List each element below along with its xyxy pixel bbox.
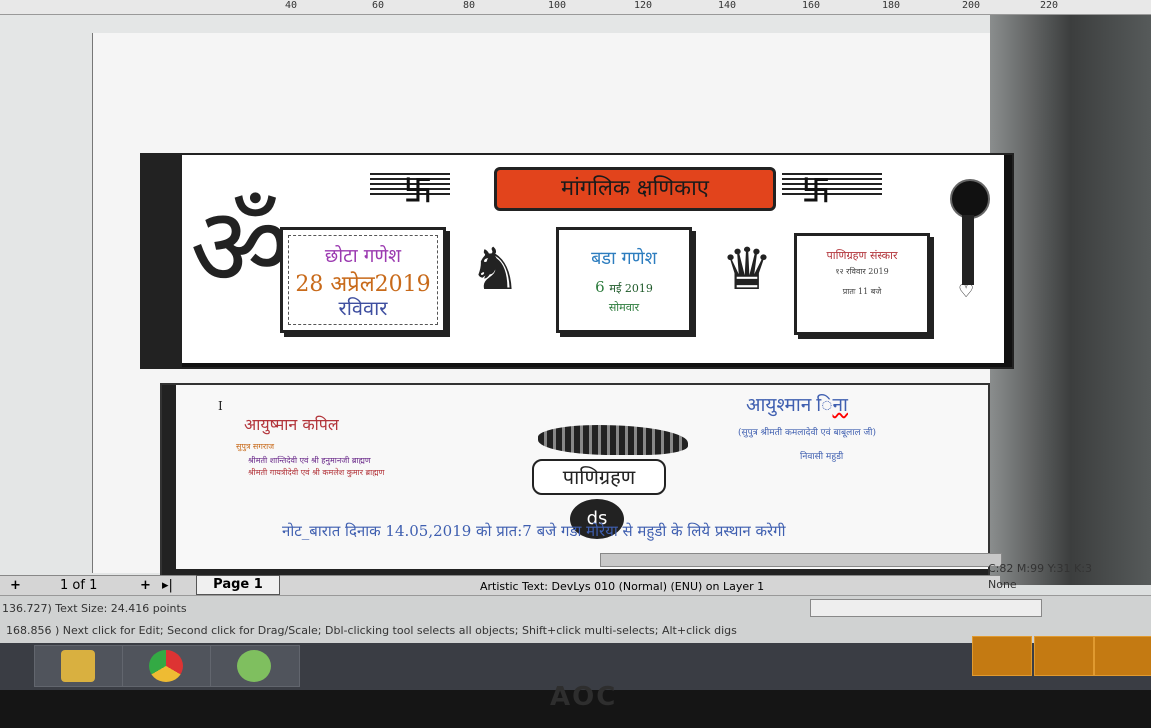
- event-box-bada-ganesh[interactable]: बडा गणेश 6 मई 2019 सोमवार: [556, 227, 692, 333]
- ruler-tick: 180: [882, 0, 901, 11]
- cursor-marker: I: [218, 399, 223, 413]
- screen-glare: [990, 15, 1151, 585]
- design-card-header[interactable]: ॐ 卐 मांगलिक क्षणिकाए 卐 ♡ छोटा गणेश 28 अप…: [140, 153, 1014, 369]
- last-page-icon[interactable]: ▸|: [162, 578, 173, 593]
- card-left-band: [162, 385, 176, 577]
- object-info: Artistic Text: DevLys 010 (Normal) (ENU)…: [480, 580, 765, 593]
- taskbar-coreldraw[interactable]: [210, 645, 300, 687]
- groom-subtitle[interactable]: सुपुत्र सगराज: [236, 441, 274, 452]
- toolbar-dropdown[interactable]: [810, 599, 1042, 617]
- page-count: 1 of 1: [60, 578, 98, 593]
- header-banner[interactable]: मांगलिक क्षणिकाए: [494, 167, 776, 211]
- ruler-tick: 80: [463, 0, 476, 11]
- card-left-band: [142, 155, 182, 367]
- folder-icon: [61, 650, 95, 682]
- groom-parents-line[interactable]: श्रीमती शान्तिदेवी एवं श्री हनुमानजी ब्र…: [248, 455, 371, 466]
- box-date-rest: मई 2019: [609, 282, 653, 295]
- taskbar-chrome[interactable]: [122, 645, 212, 687]
- monitor-brand-logo: AOC: [550, 682, 618, 712]
- tab-page-1[interactable]: Page 1: [196, 575, 280, 595]
- ruler-tick: 140: [718, 0, 737, 11]
- chrome-icon: [149, 650, 183, 682]
- box-day[interactable]: रविवार: [283, 294, 443, 321]
- box-date-num: 6: [595, 278, 605, 296]
- ruler-tick: 160: [802, 0, 821, 11]
- groom-parents-line[interactable]: श्रीमती गायत्रीदेवी एवं श्री कमलेश कुमार…: [248, 467, 384, 478]
- monitor-osd-button[interactable]: [972, 636, 1032, 676]
- ruler-tick: 220: [1040, 0, 1059, 11]
- design-card-invite[interactable]: I आयुष्मान कपिल सुपुत्र सगराज श्रीमती शा…: [160, 383, 990, 579]
- fill-color-info: C:82 M:99 Y:31 K:3: [988, 562, 1092, 575]
- drawing-workspace[interactable]: ॐ 卐 मांगलिक क्षणिकाए 卐 ♡ छोटा गणेश 28 अप…: [0, 15, 1151, 585]
- swastika-icon: 卐: [404, 174, 433, 207]
- horizontal-scrollbar[interactable]: [600, 553, 1002, 567]
- dancer-figure-icon: ♞: [469, 235, 521, 303]
- ruler-tick: 120: [634, 0, 653, 11]
- box-title[interactable]: पाणिग्रहण संस्कार: [797, 248, 927, 263]
- box-date[interactable]: १२ रविवार 2019: [797, 266, 927, 277]
- heart-icon: ♡: [958, 281, 975, 302]
- box-time[interactable]: प्रातः 11 बजे: [797, 286, 927, 297]
- add-page-icon[interactable]: +: [140, 578, 151, 593]
- swastika-icon: 卐: [802, 174, 831, 207]
- clock-icon: [950, 179, 990, 219]
- bride-name-part: िना: [832, 394, 848, 416]
- ruler-tick: 200: [962, 0, 981, 11]
- event-box-panigrahan[interactable]: पाणिग्रहण संस्कार १२ रविवार 2019 प्रातः …: [794, 233, 930, 335]
- panigrahan-title[interactable]: पाणिग्रहण: [532, 459, 666, 495]
- bride-parents-line[interactable]: (सुपुत्र श्रीमती कमलादेवी एवं बाबूलाल जी…: [738, 425, 876, 438]
- box-date[interactable]: 6 मई 2019: [559, 278, 689, 296]
- ruler-tick: 40: [285, 0, 298, 11]
- monitor-osd-button[interactable]: [1034, 636, 1094, 676]
- baraat-note[interactable]: नोट_बारात दिनाक 14.05,2019 को प्रात:7 बज…: [282, 521, 785, 541]
- decor-bar: [962, 215, 974, 285]
- horizontal-ruler[interactable]: 40 60 80 100 120 140 160 180 200 220: [0, 0, 1151, 15]
- taskbar-file-explorer[interactable]: [34, 645, 124, 687]
- coreldraw-icon: [237, 650, 271, 682]
- box-title[interactable]: बडा गणेश: [559, 246, 689, 270]
- decor-stripes: [782, 173, 882, 199]
- ruler-tick: 60: [372, 0, 385, 11]
- bride-name[interactable]: आयुश्मान िना: [746, 391, 848, 417]
- box-title[interactable]: छोटा गणेश: [283, 242, 443, 268]
- bride-name-part: आयुश्मान: [746, 394, 833, 416]
- box-day[interactable]: सोमवार: [559, 300, 689, 315]
- groom-name[interactable]: आयुष्मान कपिल: [244, 413, 339, 435]
- status-text-size: 136.727) Text Size: 24.416 points: [2, 602, 187, 615]
- ruler-tick: 100: [548, 0, 567, 11]
- event-box-chhota-ganesh[interactable]: छोटा गणेश 28 अप्रेल2019 रविवार: [280, 227, 446, 333]
- ganesh-icon: ॐ: [190, 183, 291, 311]
- status-hint: 168.856 ) Next click for Edit; Second cl…: [6, 624, 737, 637]
- bride-residence[interactable]: निवासी महुडी: [800, 449, 843, 462]
- ornament-bird-icon: [538, 425, 688, 455]
- outline-info: None: [988, 578, 1017, 591]
- monitor-osd-button[interactable]: [1094, 636, 1151, 676]
- page-navigator: + 1 of 1 + ▸| Artistic Text: DevLys 010 …: [0, 575, 1000, 596]
- add-page-icon[interactable]: +: [10, 578, 21, 593]
- screen: 40 60 80 100 120 140 160 180 200 220 ॐ 卐…: [0, 0, 1151, 690]
- dancer-figure-icon: ♛: [721, 235, 773, 303]
